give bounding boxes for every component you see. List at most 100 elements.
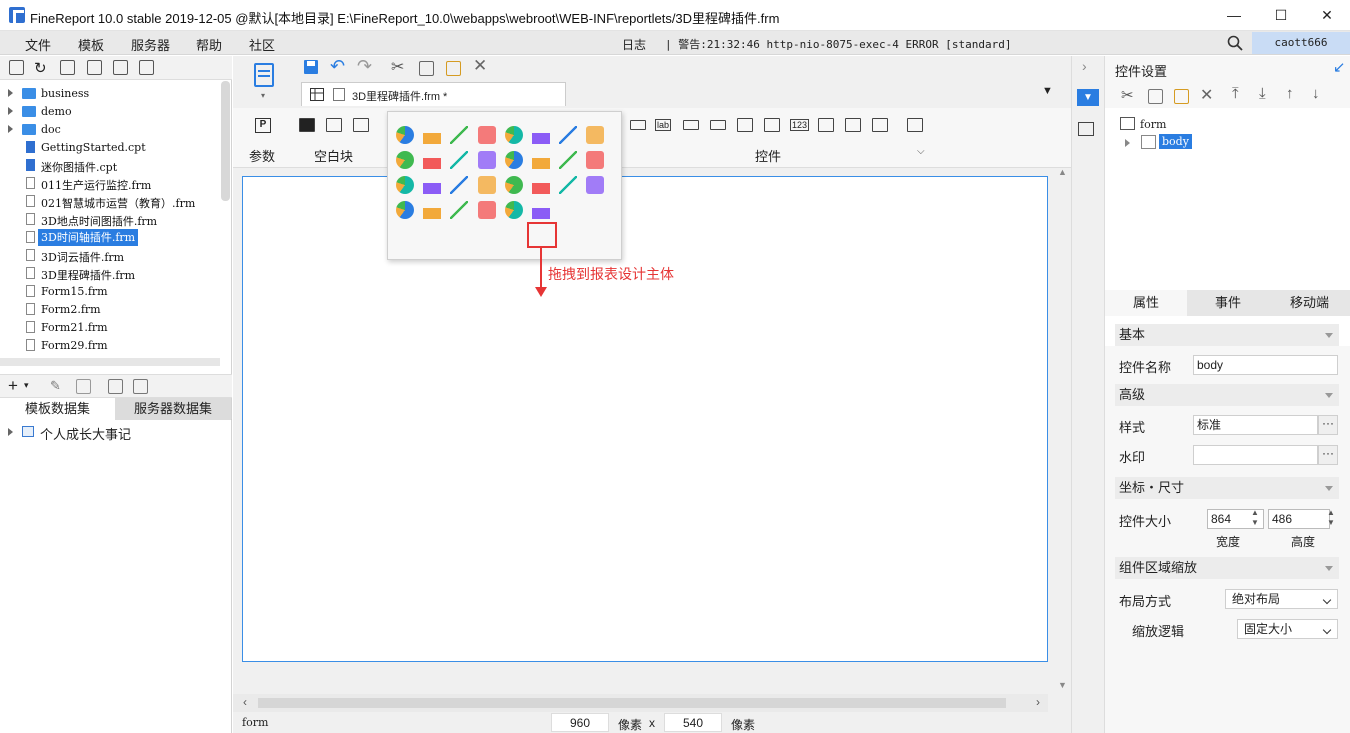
chart-type-icon[interactable] [477, 151, 496, 169]
chart-type-icon[interactable] [450, 176, 469, 194]
canvas-h-scrollbar[interactable]: ‹ › [233, 694, 1048, 712]
tab-attributes[interactable]: 属性 [1105, 290, 1187, 316]
style-input[interactable]: 标准 [1193, 415, 1318, 435]
tree-scrollbar[interactable] [221, 81, 230, 201]
replace-icon[interactable] [133, 379, 148, 394]
new-template-icon[interactable] [9, 60, 24, 75]
menu-community[interactable]: 社区 [249, 35, 275, 54]
cut-icon[interactable]: ✂ [391, 57, 404, 77]
expand-icon[interactable] [8, 428, 13, 436]
chart-type-icon[interactable] [396, 201, 414, 219]
settings-icon[interactable] [87, 60, 102, 75]
section-advanced[interactable]: 高级 [1115, 384, 1339, 406]
delete-x-icon[interactable]: ✕ [473, 56, 487, 76]
combo-checkbox-icon[interactable] [737, 118, 753, 132]
expand-icon[interactable] [8, 89, 13, 97]
section-coords[interactable]: 坐标・尺寸 [1115, 477, 1339, 499]
param-icon[interactable]: P [255, 118, 271, 133]
collapse-arrow-icon[interactable]: › [1082, 58, 1087, 74]
chart-type-icon[interactable] [450, 126, 469, 144]
chart-type-icon[interactable] [532, 126, 550, 144]
edit-icon[interactable]: ✎ [50, 378, 61, 394]
menu-server[interactable]: 服务器 [131, 35, 170, 54]
menu-help[interactable]: 帮助 [196, 35, 222, 54]
combo-control-icon[interactable] [710, 120, 726, 130]
tree-h-scrollbar[interactable] [0, 358, 220, 366]
component-library-icon[interactable]: ▾ [251, 61, 279, 100]
h-scroll-thumb[interactable] [258, 698, 1006, 708]
search-icon[interactable] [1227, 35, 1243, 51]
copy-icon[interactable] [1148, 89, 1163, 104]
blank-block-icon[interactable] [299, 118, 315, 132]
chart-type-icon[interactable] [559, 126, 578, 144]
user-account-badge[interactable]: caott666 [1252, 32, 1350, 54]
canvas-v-scrollbar[interactable]: ▲ ▼ [1055, 167, 1069, 698]
textbox-control-icon[interactable] [630, 120, 646, 130]
tab-block-icon[interactable] [326, 118, 342, 132]
expand-icon[interactable] [8, 107, 13, 115]
maximize-button[interactable]: ☐ [1258, 0, 1304, 31]
chart-type-icon[interactable] [532, 176, 550, 194]
chart-type-icon[interactable] [477, 126, 496, 144]
trash-icon[interactable] [76, 379, 91, 394]
chart-type-icon[interactable] [423, 176, 442, 194]
chart-type-icon[interactable] [504, 151, 523, 169]
radio-group-icon[interactable] [845, 118, 861, 132]
move-bottom-icon[interactable]: ⤓ [1259, 85, 1266, 102]
undo-icon[interactable]: ↶ [330, 56, 345, 77]
tab-menu-icon[interactable]: ▼ [1042, 85, 1053, 97]
chart-type-icon[interactable] [559, 176, 578, 194]
tab-template-dataset[interactable]: 模板数据集 [0, 398, 115, 420]
tree-body-label[interactable]: body [1159, 134, 1192, 149]
chart-type-icon[interactable] [423, 151, 442, 169]
chart-type-icon[interactable] [532, 201, 550, 219]
height-spinner[interactable]: 486 [1268, 509, 1330, 529]
paste-icon[interactable] [446, 61, 461, 76]
move-top-icon[interactable]: ⤒ [1232, 85, 1239, 102]
cut-icon[interactable]: ✂ [1121, 86, 1134, 104]
save-icon[interactable] [303, 59, 319, 75]
chart-type-icon[interactable] [504, 126, 523, 144]
width-spinner-arrows-icon[interactable]: ▲ ▼ [1251, 508, 1259, 528]
tab-server-dataset[interactable]: 服务器数据集 [115, 398, 231, 420]
textarea-control-icon[interactable] [818, 118, 834, 132]
delete-icon[interactable]: ✕ [1200, 85, 1213, 105]
chart-type-icon[interactable] [477, 201, 496, 219]
chart-type-icon[interactable] [450, 201, 469, 219]
watermark-more-button[interactable]: ··· [1318, 445, 1338, 465]
move-down-icon[interactable]: ↓ [1312, 85, 1320, 102]
dropdown-icon[interactable]: ▾ [24, 380, 29, 391]
search-control-icon[interactable] [907, 118, 923, 132]
chart-type-icon[interactable] [504, 176, 523, 194]
delete-icon[interactable] [113, 60, 128, 75]
chart-type-icon[interactable] [396, 126, 414, 144]
chart-type-icon[interactable] [423, 201, 442, 219]
chart-type-icon[interactable] [396, 151, 414, 169]
paste-icon[interactable] [1174, 89, 1189, 104]
close-button[interactable]: ✕ [1304, 0, 1350, 31]
report-block-icon[interactable] [353, 118, 369, 132]
chart-type-icon[interactable] [504, 201, 523, 219]
checkbox-group-icon[interactable] [872, 118, 888, 132]
section-scaling[interactable]: 组件区域缩放 [1115, 557, 1339, 579]
chart-type-icon[interactable] [559, 151, 578, 169]
chart-type-icon[interactable] [532, 151, 550, 169]
menu-template[interactable]: 模板 [78, 35, 104, 54]
tab-3d-milestone[interactable]: 3D里程碑插件.frm * [301, 82, 566, 106]
number-control-icon[interactable]: 123 [790, 119, 810, 131]
warning-message[interactable]: | 警告:21:32:46 http-nio-8075-exec-4 ERROR… [665, 36, 1012, 52]
add-dataset-icon[interactable]: + [8, 376, 18, 396]
section-basic[interactable]: 基本 [1115, 324, 1339, 346]
log-link[interactable]: 日志 [622, 36, 646, 53]
layout-icon[interactable] [1078, 122, 1094, 136]
tab-mobile[interactable]: 移动端 [1269, 290, 1350, 316]
collapse-icon[interactable] [139, 60, 154, 75]
tab-events[interactable]: 事件 [1187, 290, 1269, 316]
style-more-button[interactable]: ··· [1318, 415, 1338, 435]
expand-icon[interactable] [8, 125, 13, 133]
chart-type-icon[interactable] [586, 126, 605, 144]
chart-type-icon[interactable] [586, 151, 605, 169]
minimize-button[interactable]: — [1211, 0, 1257, 31]
chart-type-icon[interactable] [423, 126, 442, 144]
expand-icon[interactable] [1125, 139, 1130, 147]
